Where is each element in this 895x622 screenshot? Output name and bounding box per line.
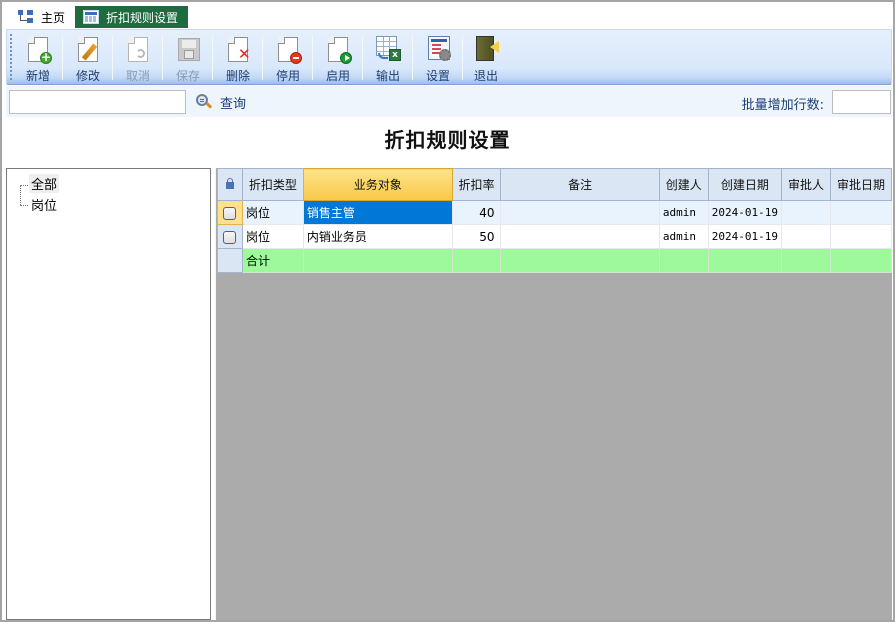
window-frame: 主页 折扣规则设置 新增 修改 取消 保存 ✕ — [0, 0, 895, 622]
toolbar-separator — [362, 36, 363, 80]
floppy-disk-icon — [178, 38, 200, 61]
total-row: 合计 — [217, 248, 892, 273]
search-input[interactable] — [9, 90, 186, 114]
search-icon — [196, 94, 213, 110]
toolbar-separator — [262, 36, 263, 80]
category-tree: 全部 岗位 — [6, 168, 211, 620]
query-button[interactable]: 查询 — [196, 92, 246, 112]
column-header-creator[interactable]: 创建人 — [658, 168, 709, 201]
cell-discount-rate[interactable]: 40 — [451, 200, 502, 225]
exit-button[interactable]: 退出 — [463, 33, 509, 83]
toolbar-separator — [312, 36, 313, 80]
cell-remark[interactable] — [500, 224, 660, 249]
toolbar-grip[interactable] — [10, 34, 12, 80]
row-selector[interactable] — [217, 224, 243, 249]
disable-button[interactable]: 停用 — [265, 33, 311, 83]
tab-discount-rules-label: 折扣规则设置 — [106, 10, 179, 25]
row-header-corner[interactable] — [217, 168, 243, 201]
total-label: 合计 — [241, 248, 304, 273]
cell-discount-type[interactable]: 岗位 — [241, 200, 304, 225]
delete-button[interactable]: ✕ 删除 — [215, 33, 261, 83]
enable-button[interactable]: 启用 — [315, 33, 361, 83]
cell-discount-type[interactable]: 岗位 — [241, 224, 304, 249]
cell-approver[interactable] — [781, 224, 831, 249]
search-bar: 查询 批量增加行数: — [6, 86, 892, 117]
tree-item-all[interactable]: 全部 — [29, 174, 60, 193]
total-cell — [451, 248, 502, 273]
lock-icon — [225, 177, 234, 189]
column-header-discount-rate[interactable]: 折扣率 — [451, 168, 502, 201]
row-checkbox[interactable] — [223, 230, 237, 244]
settings-button[interactable]: 设置 — [415, 33, 461, 83]
cell-creator[interactable]: admin — [658, 224, 709, 249]
tab-home-label: 主页 — [41, 10, 66, 25]
home-tree-icon — [18, 10, 34, 24]
discount-rules-table: 折扣类型 业务对象 折扣率 备注 创建人 创建日期 审批人 审批日期 岗位 销售… — [217, 168, 892, 273]
toolbar: 新增 修改 取消 保存 ✕ 删除 停用 启用 — [6, 29, 892, 85]
column-header-approver[interactable]: 审批人 — [781, 168, 831, 201]
cell-remark[interactable] — [500, 200, 660, 225]
row-selector — [217, 248, 243, 273]
new-button[interactable]: 新增 — [15, 33, 61, 83]
tree-connector — [20, 205, 28, 206]
export-button[interactable]: x 输出 — [365, 33, 411, 83]
cell-business-object[interactable]: 内销业务员 — [302, 224, 453, 249]
grid-table-icon — [83, 10, 99, 24]
tab-bar: 主页 折扣规则设置 — [4, 4, 893, 28]
toolbar-separator — [212, 36, 213, 80]
tree-connector — [20, 185, 21, 205]
cell-approver[interactable] — [781, 200, 831, 225]
total-cell — [658, 248, 709, 273]
total-cell — [781, 248, 831, 273]
toolbar-separator — [412, 36, 413, 80]
batch-rows-input[interactable] — [832, 90, 891, 114]
cell-discount-rate[interactable]: 50 — [451, 224, 502, 249]
column-header-business-object[interactable]: 业务对象 — [302, 168, 453, 201]
cell-creator[interactable]: admin — [658, 200, 709, 225]
total-cell — [707, 248, 783, 273]
table-header-row: 折扣类型 业务对象 折扣率 备注 创建人 创建日期 审批人 审批日期 — [217, 168, 892, 201]
tree-connector — [20, 185, 28, 186]
page-title: 折扣规则设置 — [384, 128, 511, 152]
cell-approved-date[interactable] — [830, 224, 892, 249]
cell-business-object[interactable]: 销售主管 — [302, 200, 453, 225]
column-header-created-date[interactable]: 创建日期 — [707, 168, 783, 201]
save-button[interactable]: 保存 — [165, 33, 211, 83]
toolbar-separator — [112, 36, 113, 80]
toolbar-separator — [162, 36, 163, 80]
cell-created-date[interactable]: 2024-01-19 — [707, 200, 783, 225]
total-cell — [302, 248, 453, 273]
table-row[interactable]: 岗位 内销业务员 50 admin 2024-01-19 — [217, 224, 892, 249]
row-selector[interactable] — [217, 200, 243, 225]
tab-discount-rules[interactable]: 折扣规则设置 — [75, 6, 189, 28]
total-cell — [830, 248, 892, 273]
column-header-discount-type[interactable]: 折扣类型 — [241, 168, 304, 201]
table-row[interactable]: 岗位 销售主管 40 admin 2024-01-19 — [217, 200, 892, 225]
data-grid: 折扣类型 业务对象 折扣率 备注 创建人 创建日期 审批人 审批日期 岗位 销售… — [215, 168, 892, 620]
batch-rows-label: 批量增加行数: — [741, 98, 824, 113]
column-header-remark[interactable]: 备注 — [500, 168, 660, 201]
tab-home[interactable]: 主页 — [10, 6, 73, 28]
row-checkbox[interactable] — [223, 206, 237, 220]
toolbar-separator — [62, 36, 63, 80]
column-header-approved-date[interactable]: 审批日期 — [830, 168, 892, 201]
tree-item-position[interactable]: 岗位 — [29, 195, 59, 214]
total-cell — [500, 248, 660, 273]
cancel-button[interactable]: 取消 — [115, 33, 161, 83]
cell-approved-date[interactable] — [830, 200, 892, 225]
cell-created-date[interactable]: 2024-01-19 — [707, 224, 783, 249]
edit-button[interactable]: 修改 — [65, 33, 111, 83]
